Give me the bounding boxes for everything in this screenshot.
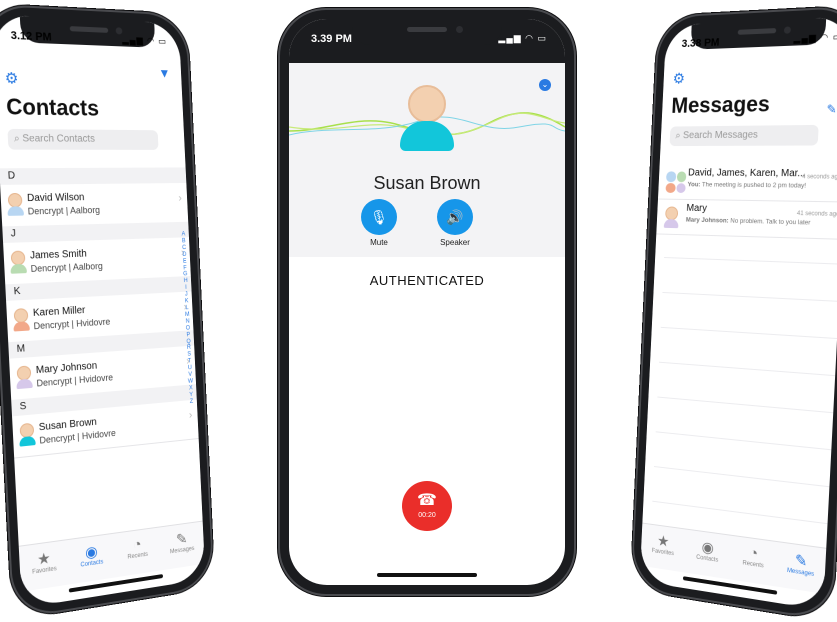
chevron-down-icon[interactable]: ⌄	[539, 79, 551, 91]
preview-text: The meeting is pushed to 2 pm today!	[701, 181, 807, 190]
avatar	[13, 308, 30, 332]
divider	[664, 257, 837, 265]
page-title: Messages	[670, 91, 771, 118]
tab-recents[interactable]: ◔ Recents	[729, 536, 778, 587]
group-avatar	[665, 171, 687, 194]
avatar	[16, 365, 33, 390]
speaker-icon: 🔊	[437, 199, 473, 235]
thread-row[interactable]: David, James, Karen, Mar... You: The meet…	[657, 163, 837, 203]
divider	[653, 466, 830, 488]
preview-sender: Mary Johnson:	[685, 216, 729, 225]
index-letter[interactable]: Z	[188, 398, 195, 405]
thread-name: Mary	[686, 202, 708, 215]
messages-header: ⚙ Messages ⌕ Search Messages	[669, 65, 822, 147]
tab-recents[interactable]: ◔ Recents	[114, 528, 161, 578]
divider	[659, 361, 836, 377]
thread-row[interactable]: Mary Mary Johnson: No problem. Talk to yo…	[656, 198, 837, 240]
call-timer: 00:20	[418, 512, 436, 519]
contact-org: Dencrypt | Hvidovre	[33, 316, 111, 332]
messages-screen: 3.38 PM ▂▄▆ ◠ ▭ ⚙ Messages ⌕ Search Mess…	[639, 16, 837, 611]
search-input[interactable]: ⌕ Search Contacts	[7, 128, 159, 150]
phone-contacts: 3.12 PM ▂▄▆ ◠ ▭ ▼ ⚙ Contacts ⌕ Search Co…	[0, 3, 215, 621]
gear-icon[interactable]: ⚙	[672, 65, 821, 87]
page-title: Contacts	[5, 93, 100, 121]
contact-name: David Wilson	[26, 192, 85, 205]
tab-favorites[interactable]: ★ Favorites	[19, 540, 70, 592]
chevron-right-icon: ›	[188, 409, 193, 422]
tab-messages[interactable]: ✎ Messages	[776, 542, 827, 594]
hangup-button[interactable]: ☎ 00:20	[402, 481, 452, 531]
divider	[657, 396, 834, 414]
callee-avatar	[389, 85, 465, 165]
divider	[652, 500, 828, 525]
status-icons: ▂▄▆ ◠ ▭	[121, 34, 168, 47]
avatar-body	[16, 378, 33, 390]
thread-name: David, James, Karen, Mar...	[687, 167, 806, 180]
contact-name: James Smith	[29, 248, 87, 262]
chevron-right-icon: ›	[178, 192, 183, 205]
avatar-body	[7, 206, 24, 216]
tab-favorites[interactable]: ★ Favorites	[640, 524, 686, 573]
avatar	[19, 422, 36, 447]
compose-icon[interactable]: ✎	[826, 102, 837, 117]
home-indicator	[377, 573, 477, 577]
avatar	[7, 192, 24, 216]
phone-messages: 3.38 PM ▂▄▆ ◠ ▭ ⚙ Messages ⌕ Search Mess…	[630, 5, 837, 622]
status-icons: ▂▄▆ ◠ ▭	[793, 31, 837, 44]
mute-button[interactable]: 🎙 Mute	[359, 199, 399, 247]
callee-name: Susan Brown	[373, 173, 481, 193]
search-placeholder: Search Messages	[682, 129, 759, 142]
thread-preview: You: The meeting is pushed to 2 pm today…	[687, 181, 806, 189]
contacts-header: ⚙ Contacts ⌕ Search Contacts	[4, 69, 159, 150]
avatar	[10, 250, 27, 274]
speaker-button[interactable]: 🔊 Speaker	[435, 199, 475, 247]
thread-time: 4 seconds ago	[801, 174, 837, 181]
preview-text: No problem. Talk to you later	[730, 217, 811, 227]
microphone-icon: 🎙	[361, 199, 397, 235]
gear-icon[interactable]: ⚙	[4, 69, 155, 91]
avatar-body	[663, 219, 679, 229]
avatar	[663, 206, 679, 229]
divider	[662, 291, 837, 302]
call-screen: 3.39 PM ▂▄▆ ◠ ▭ ⌄ Susan Brown 🎙 Mute 🔊 S…	[289, 19, 565, 585]
status-icons: ▂▄▆ ◠ ▭	[498, 33, 547, 43]
avatar-body	[19, 435, 36, 447]
phone-call: 3.39 PM ▂▄▆ ◠ ▭ ⌄ Susan Brown 🎙 Mute 🔊 S…	[278, 8, 576, 596]
tab-contacts[interactable]: ◉ Contacts	[67, 534, 116, 585]
speaker-label: Speaker	[440, 238, 470, 247]
avatar-body	[13, 321, 30, 332]
mute-label: Mute	[370, 238, 388, 247]
divider	[660, 326, 837, 340]
avatar-body	[10, 263, 27, 274]
contact-row[interactable]: David Wilson Dencrypt | Aalborg ›	[0, 182, 189, 228]
thread-time: 41 seconds ago	[796, 210, 837, 218]
divider	[655, 431, 832, 451]
phone-hangup-icon: ☎	[417, 492, 437, 509]
search-input[interactable]: ⌕ Search Messages	[669, 124, 819, 147]
avatar-head	[7, 192, 23, 208]
tab-contacts[interactable]: ◉ Contacts	[684, 530, 731, 580]
contact-org: Dencrypt | Aalborg	[27, 204, 101, 217]
status-time: 3.38 PM	[681, 36, 720, 51]
status-time: 3.39 PM	[311, 33, 352, 45]
contact-name: Karen Miller	[32, 304, 86, 320]
thread-preview: Mary Johnson: No problem. Talk to you la…	[686, 217, 811, 227]
tab-messages[interactable]: ✎ Messages	[159, 522, 205, 571]
call-status: AUTHENTICATED	[369, 273, 485, 288]
contacts-screen: 3.12 PM ▂▄▆ ◠ ▭ ▼ ⚙ Contacts ⌕ Search Co…	[0, 14, 206, 609]
filter-icon[interactable]: ▼	[158, 66, 170, 81]
avatar	[665, 171, 687, 194]
status-time: 3.12 PM	[10, 29, 52, 44]
search-placeholder: Search Contacts	[22, 133, 96, 145]
notch	[352, 19, 502, 45]
preview-sender: You:	[687, 181, 701, 189]
contact-org: Dencrypt | Aalborg	[30, 260, 103, 274]
